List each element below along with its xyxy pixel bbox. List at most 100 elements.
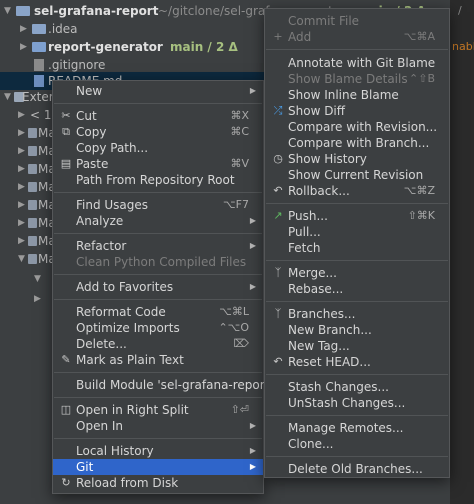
menu-item-label: Manage Remotes... — [288, 421, 404, 435]
menu-item-reload-from-disk[interactable]: ↻ Reload from Disk — [53, 475, 263, 491]
menu-item-label: Annotate with Git Blame — [288, 56, 436, 70]
library-icon — [28, 128, 37, 138]
menu-separator — [266, 456, 448, 457]
menu-item-label: New — [76, 84, 103, 98]
menu-item-reformat-code[interactable]: Reformat Code ⌥⌘L — [53, 304, 263, 320]
menu-item-copy[interactable]: ⧉ Copy ⌘C — [53, 124, 263, 140]
chevron-down-icon[interactable]: ▼ — [34, 270, 41, 288]
menu-item-paste[interactable]: ▤ Paste ⌘V — [53, 156, 263, 172]
menu-item-git[interactable]: Git ▶ — [53, 459, 263, 475]
menu-separator — [54, 438, 262, 439]
chevron-down-icon[interactable]: ▼ — [4, 2, 11, 20]
menu-item-label: Show Current Revision — [288, 168, 424, 182]
git-item-show-diff[interactable]: ⤮ Show Diff — [265, 103, 449, 119]
menu-item-path-from-repo-root[interactable]: Path From Repository Root — [53, 172, 263, 188]
menu-separator — [266, 301, 448, 302]
git-submenu: Commit File + Add ⌥⌘A Annotate with Git … — [264, 8, 450, 478]
menu-item-optimize-imports[interactable]: Optimize Imports ⌃⌥O — [53, 320, 263, 336]
git-item-new-tag[interactable]: New Tag... — [265, 338, 449, 354]
menu-item-open-right-split[interactable]: ◫ Open in Right Split ⇧⏎ — [53, 402, 263, 418]
git-item-unstash[interactable]: UnStash Changes... — [265, 395, 449, 411]
menu-separator — [54, 274, 262, 275]
menu-item-label: Compare with Revision... — [288, 120, 438, 134]
git-item-annotate-blame[interactable]: Annotate with Git Blame — [265, 55, 449, 71]
git-item-merge[interactable]: ᛉ Merge... — [265, 265, 449, 281]
menu-item-label: Show Blame Details — [288, 72, 408, 86]
menu-item-shortcut: ⇧⏎ — [230, 403, 249, 416]
menu-item-label: Commit File — [288, 14, 360, 28]
git-item-compare-revision[interactable]: Compare with Revision... — [265, 119, 449, 135]
menu-item-label: Branches... — [288, 307, 356, 321]
git-item-show-current-revision[interactable]: Show Current Revision — [265, 167, 449, 183]
chevron-right-icon[interactable]: ▶ — [18, 178, 25, 196]
menu-separator — [54, 192, 262, 193]
editor-fragment: / — [458, 4, 462, 17]
library-icon — [28, 200, 37, 210]
chevron-right-icon[interactable]: ▶ — [18, 214, 25, 232]
chevron-right-icon[interactable]: ▶ — [34, 290, 41, 308]
git-item-clone[interactable]: Clone... — [265, 436, 449, 452]
menu-item-add-to-favorites[interactable]: Add to Favorites ▶ — [53, 279, 263, 295]
chevron-right-icon[interactable]: ▶ — [18, 142, 25, 160]
git-item-branches[interactable]: ᛉ Branches... — [265, 306, 449, 322]
diff-icon: ⤮ — [273, 104, 283, 117]
git-item-push[interactable]: ↗ Push... ⇧⌘K — [265, 208, 449, 224]
editor-strip: nabl / — [450, 0, 474, 504]
chevron-right-icon[interactable]: ▶ — [18, 196, 25, 214]
menu-item-label: Open in Right Split — [76, 403, 189, 417]
git-item-new-branch[interactable]: New Branch... — [265, 322, 449, 338]
menu-separator — [54, 397, 262, 398]
menu-item-local-history[interactable]: Local History ▶ — [53, 443, 263, 459]
context-menu: New ▶ ✂ Cut ⌘X ⧉ Copy ⌘C Copy Path... ▤ … — [52, 80, 273, 494]
chevron-down-icon[interactable]: ▼ — [4, 88, 11, 106]
editor-fragment: nabl — [452, 40, 474, 53]
git-item-rebase[interactable]: Rebase... — [265, 281, 449, 297]
menu-item-mark-plain-text[interactable]: ✎ Mark as Plain Text — [53, 352, 263, 368]
menu-item-shortcut: ⌥⌘L — [219, 305, 249, 318]
git-item-reset-head[interactable]: ↶ Reset HEAD... — [265, 354, 449, 370]
plain-text-icon: ✎ — [61, 353, 71, 366]
menu-item-refactor[interactable]: Refactor ▶ — [53, 238, 263, 254]
menu-item-find-usages[interactable]: Find Usages ⌥F7 — [53, 197, 263, 213]
menu-item-cut[interactable]: ✂ Cut ⌘X — [53, 108, 263, 124]
chevron-right-icon[interactable]: ▶ — [20, 38, 27, 56]
menu-item-label: Show Inline Blame — [288, 88, 399, 102]
git-item-delete-old-branches[interactable]: Delete Old Branches... — [265, 461, 449, 477]
git-item-rollback[interactable]: ↶ Rollback... ⌥⌘Z — [265, 183, 449, 199]
menu-item-label: Merge... — [288, 266, 337, 280]
reload-icon: ↻ — [61, 476, 71, 489]
menu-item-analyze[interactable]: Analyze ▶ — [53, 213, 263, 229]
menu-item-shortcut: ⌥⌘Z — [403, 184, 435, 197]
git-item-stash[interactable]: Stash Changes... — [265, 379, 449, 395]
chevron-right-icon[interactable]: ▶ — [18, 124, 25, 142]
menu-item-shortcut: ⌃⌥O — [218, 321, 249, 334]
git-item-show-inline-blame[interactable]: Show Inline Blame ⌃⇧B — [265, 72, 449, 103]
menu-item-new[interactable]: New ▶ — [53, 83, 263, 99]
chevron-right-icon[interactable]: ▶ — [18, 160, 25, 178]
menu-item-label: Refactor — [76, 239, 127, 253]
markdown-file-icon — [34, 75, 44, 87]
chevron-down-icon[interactable]: ▼ — [18, 250, 25, 268]
menu-item-label: Delete... — [76, 337, 127, 351]
git-item-fetch[interactable]: Fetch — [265, 240, 449, 256]
menu-item-label: Mark as Plain Text — [76, 353, 184, 367]
menu-item-label: Stash Changes... — [288, 380, 389, 394]
menu-item-label: Open In — [76, 419, 124, 433]
menu-item-delete[interactable]: Delete... ⌦ — [53, 336, 263, 352]
git-item-show-history[interactable]: ◷ Show History — [265, 151, 449, 167]
chevron-right-icon[interactable]: ▶ — [18, 232, 25, 250]
git-item-manage-remotes[interactable]: Manage Remotes... — [265, 420, 449, 436]
menu-separator — [266, 203, 448, 204]
folder-icon — [16, 6, 30, 16]
git-item-compare-branch[interactable]: Compare with Branch... — [265, 135, 449, 151]
git-item-pull[interactable]: Pull... — [265, 224, 449, 240]
menu-item-shortcut: ⇧⌘K — [407, 209, 435, 222]
menu-item-copy-path[interactable]: Copy Path... — [53, 140, 263, 156]
menu-item-build-module[interactable]: Build Module 'sel-grafana-report' — [53, 377, 273, 393]
menu-item-label: Cut — [76, 109, 97, 123]
chevron-right-icon[interactable]: ▶ — [20, 20, 27, 38]
menu-item-label: Git — [76, 460, 94, 474]
menu-item-open-in[interactable]: Open In ▶ — [53, 418, 263, 434]
menu-item-shortcut: ⌘V — [230, 157, 249, 170]
chevron-right-icon[interactable]: ▶ — [18, 106, 25, 124]
